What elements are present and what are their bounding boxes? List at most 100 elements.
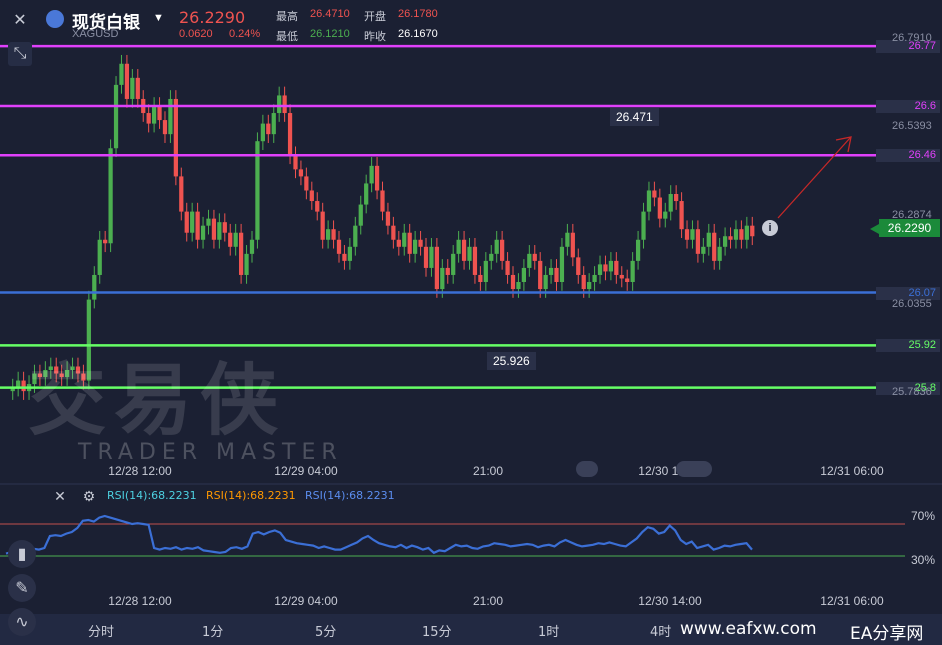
x-axis-tick-label: 12/31 06:00 xyxy=(820,594,884,608)
event-marker-icon[interactable] xyxy=(676,461,712,477)
candle-body xyxy=(684,229,690,240)
settings-icon[interactable]: ⚙ xyxy=(77,484,101,508)
close-indicator-icon[interactable]: ✕ xyxy=(48,484,72,508)
candle-body xyxy=(157,106,162,121)
info-icon[interactable]: i xyxy=(762,220,778,236)
candle-body xyxy=(146,113,151,124)
low-annotation: 25.926 xyxy=(487,352,536,370)
candle-body xyxy=(570,232,575,258)
candle-body xyxy=(646,190,652,212)
y-axis-tick-label: 26.5393 xyxy=(892,120,932,133)
tab-timeframe-1m[interactable]: 1分 xyxy=(202,621,223,640)
x-axis-tick-label: 12/28 12:00 xyxy=(108,594,172,608)
candle-body xyxy=(712,232,717,261)
candle-body xyxy=(173,98,178,177)
collapse-icon[interactable]: ⤡ xyxy=(8,42,32,66)
candle-body xyxy=(472,246,478,275)
candle-body xyxy=(717,246,722,261)
candle-body xyxy=(679,201,684,230)
watermark-en: TRADER MASTER xyxy=(78,440,343,465)
chevron-down-icon[interactable]: ▼ xyxy=(153,12,164,24)
candle-body xyxy=(456,239,461,254)
candle-body xyxy=(663,211,668,219)
candle-body xyxy=(614,260,619,275)
level-price-tag: 26.46 xyxy=(876,149,940,163)
candle-body xyxy=(467,246,472,261)
candle-body xyxy=(423,246,429,268)
candle-body xyxy=(739,229,744,240)
open-label: 开盘 xyxy=(364,10,386,23)
candle-body xyxy=(271,113,276,135)
candle-body xyxy=(331,229,336,240)
candle-body xyxy=(135,77,140,99)
x-axis-tick-label: 12/29 04:00 xyxy=(274,594,338,608)
candle-body xyxy=(690,229,695,240)
candle-body xyxy=(282,95,287,114)
watermark-cn: 交易侠 xyxy=(28,356,287,446)
candle-body xyxy=(260,123,265,142)
tab-timeframe-15m[interactable]: 15分 xyxy=(422,621,452,640)
low-value: 26.1210 xyxy=(310,28,350,40)
candle-body xyxy=(326,229,331,240)
candle-body xyxy=(429,246,434,268)
candle-body xyxy=(445,267,450,275)
candle-body xyxy=(228,232,233,247)
candle-body xyxy=(309,190,314,202)
candle-body xyxy=(674,194,679,202)
candle-body xyxy=(619,274,624,279)
candle-body xyxy=(342,253,347,261)
candle-body xyxy=(222,222,227,233)
y-axis-tick-label: 25.7836 xyxy=(892,386,932,399)
high-annotation: 26.471 xyxy=(610,108,659,126)
candle-body xyxy=(206,218,211,226)
candle-body xyxy=(532,253,537,261)
draw-pen-icon[interactable]: ✎ xyxy=(8,574,36,602)
candle-body xyxy=(543,274,548,290)
candle-body xyxy=(668,194,673,212)
rsi-70-label: 70% xyxy=(911,509,936,523)
candle-body xyxy=(630,260,635,282)
candle-body xyxy=(483,260,488,282)
x-axis-tick-label: 12/31 06:00 xyxy=(820,464,884,478)
tab-timeframe-4h[interactable]: 4时 xyxy=(650,621,671,640)
candle-body xyxy=(451,253,456,275)
tab-timeframe-1h[interactable]: 1时 xyxy=(538,621,559,640)
candle-body xyxy=(494,239,499,254)
event-marker-icon[interactable] xyxy=(576,461,598,477)
site-watermark: www.eafxw.com xyxy=(680,619,817,639)
candle-body xyxy=(374,165,380,191)
candle-body xyxy=(130,77,135,99)
candle-body xyxy=(722,236,728,247)
candle-body xyxy=(478,274,483,282)
tab-timeframe-tick[interactable]: 分时 xyxy=(88,621,114,640)
close-icon[interactable]: ✕ xyxy=(8,8,32,32)
candle-body xyxy=(434,246,439,290)
candle-body xyxy=(744,225,749,240)
candle-body xyxy=(124,63,130,99)
candle-body xyxy=(92,274,97,300)
candle-body xyxy=(200,225,206,240)
candle-body xyxy=(657,197,662,219)
candle-body xyxy=(168,98,173,135)
candle-body xyxy=(369,165,374,184)
candle-body xyxy=(652,190,657,198)
price-change-pct: 0.24% xyxy=(229,28,261,40)
candle-body xyxy=(750,225,755,237)
candle-body xyxy=(565,232,570,247)
candle-body xyxy=(706,232,711,247)
candle-body xyxy=(505,260,510,275)
candle-body xyxy=(97,239,102,275)
level-price-tag: 26.6 xyxy=(876,100,940,113)
chart-canvas[interactable] xyxy=(0,0,942,645)
candle-body xyxy=(233,232,238,247)
candle-body xyxy=(521,267,527,282)
chart-type-icon[interactable]: ▮ xyxy=(8,540,36,568)
tab-timeframe-5m[interactable]: 5分 xyxy=(315,621,336,640)
candle-body xyxy=(347,246,352,261)
candle-body xyxy=(396,239,401,247)
candle-body xyxy=(413,239,418,254)
silver-logo-icon xyxy=(46,10,64,28)
last-price: 26.2290 xyxy=(179,8,246,27)
candle-body xyxy=(701,246,706,254)
indicator-icon[interactable]: ∿ xyxy=(8,608,36,636)
